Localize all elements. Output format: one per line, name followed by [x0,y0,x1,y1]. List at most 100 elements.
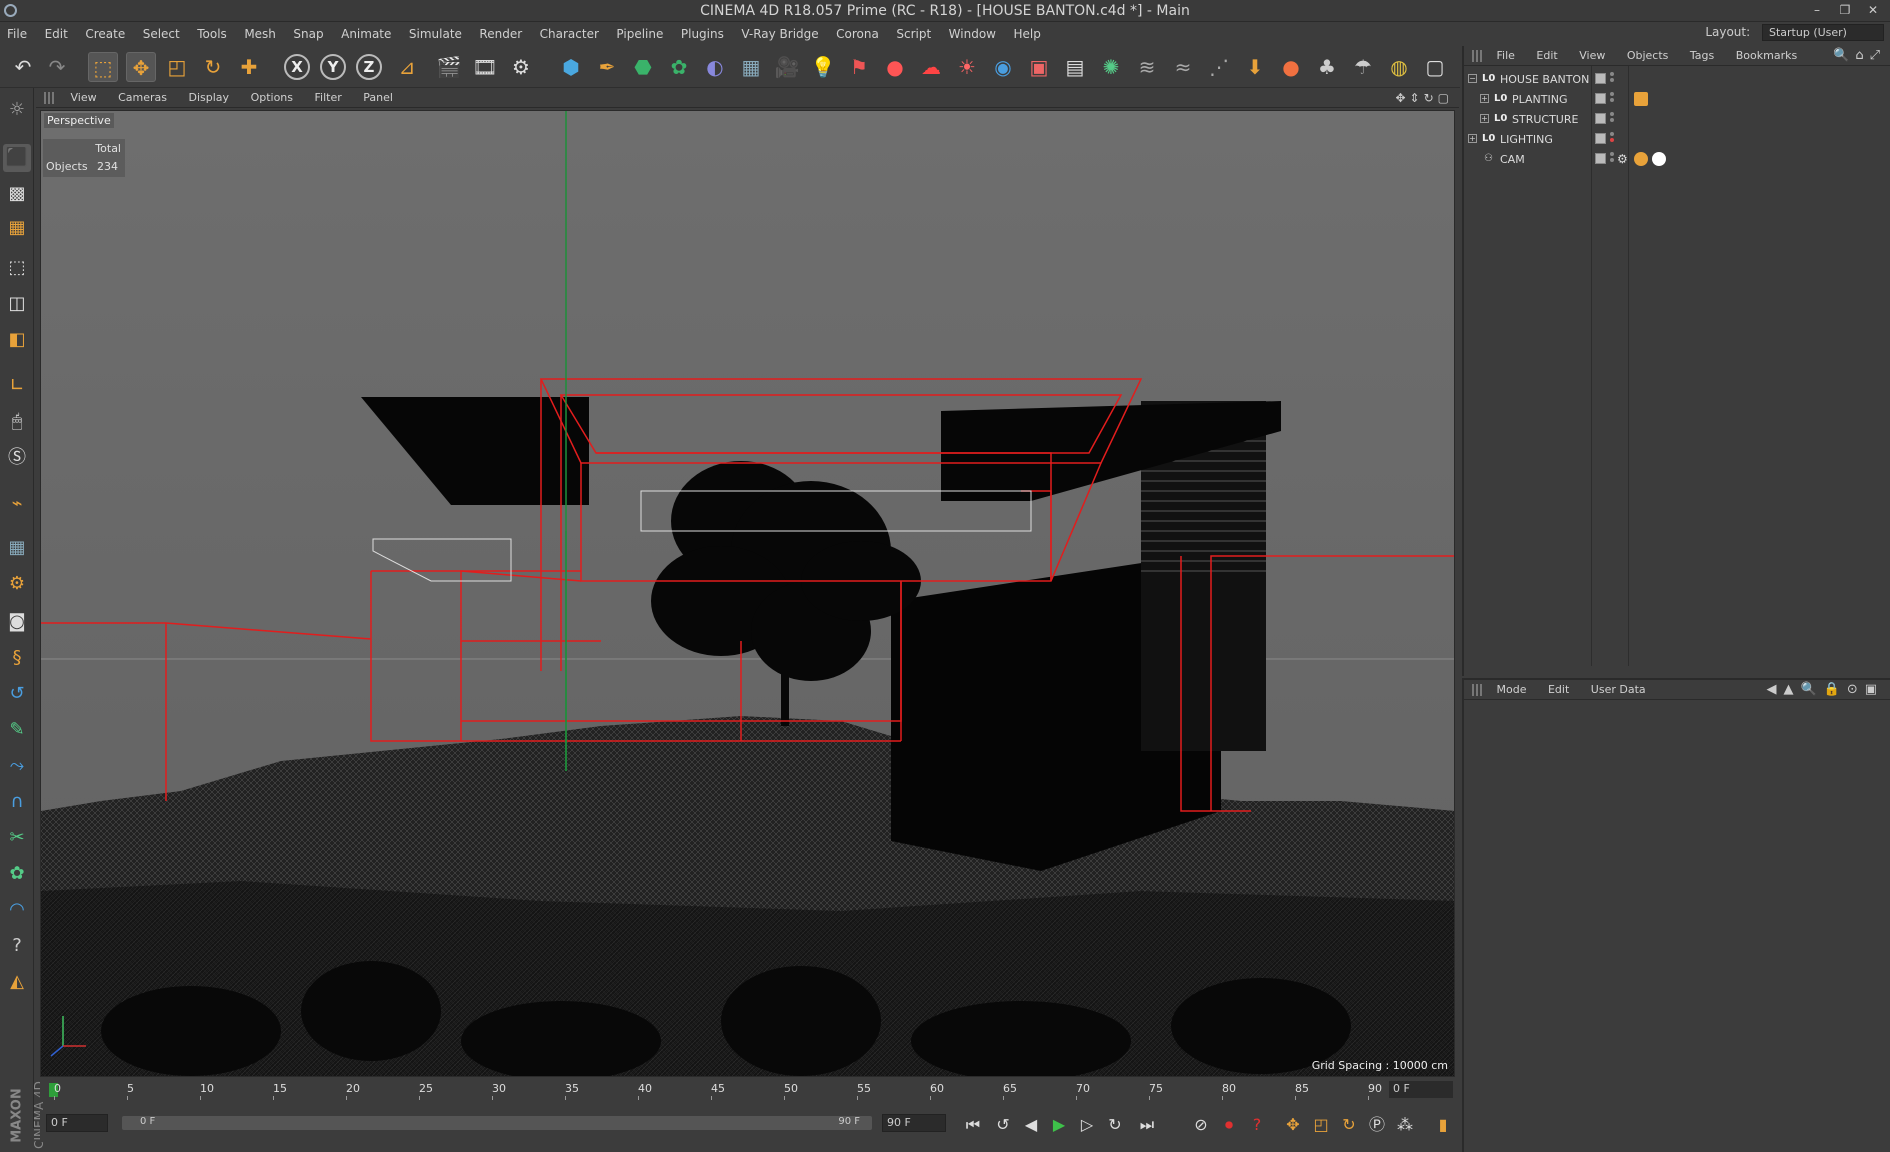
editor-render-dots[interactable] [1610,72,1614,86]
visibility-toggle[interactable] [1595,153,1606,164]
menu-corona[interactable]: Corona [829,24,886,44]
visibility-toggle[interactable] [1595,73,1606,84]
om-menu-bookmarks[interactable]: Bookmarks [1727,46,1806,66]
viewport-menu-cameras[interactable]: Cameras [109,88,176,108]
restore-button[interactable]: ❐ [1832,0,1858,20]
menu-character[interactable]: Character [533,24,606,44]
next-frame-icon[interactable]: ▷ [1074,1112,1100,1138]
object-name[interactable]: LIGHTING [1500,133,1553,146]
x-axis-icon[interactable]: X [284,54,310,80]
texture-mode-icon[interactable]: ▩ [3,180,31,208]
layout-dropdown[interactable]: Startup (User) [1762,24,1884,41]
play-icon[interactable]: ▶ [1046,1112,1072,1138]
expand-toggle[interactable]: + [1480,114,1489,123]
object-name[interactable]: HOUSE BANTON [1500,73,1589,86]
brush-icon[interactable]: ⤳ [3,752,31,780]
z-axis-icon[interactable]: Z [356,54,382,80]
object-row-planting[interactable]: + L0 PLANTING [1464,90,1890,109]
grid-workplane-icon[interactable]: ▦ [3,534,31,562]
object-row-lighting[interactable]: + L0 LIGHTING [1464,130,1890,149]
om-menu-file[interactable]: File [1488,46,1524,66]
subdivision-icon[interactable]: ⬣ [628,52,658,82]
am-navigation-icons[interactable]: ◀▲🔍🔒⊙▣ [1766,682,1884,697]
locked-workplane-icon[interactable]: ⚙ [3,570,31,598]
points-mode-icon[interactable]: ⬚ [3,254,31,282]
spline-tools-icon[interactable]: ≈ [1168,52,1198,82]
key-rotation-icon[interactable]: ↻ [1336,1112,1362,1138]
editor-render-dots[interactable] [1610,152,1614,166]
menu-render[interactable]: Render [472,24,529,44]
coordinate-system-icon[interactable]: ⊿ [392,52,422,82]
am-menu-edit[interactable]: Edit [1539,680,1578,700]
workplane-icon[interactable]: ▦ [3,214,31,242]
vray-camera-tag-icon[interactable]: ⚙ [1617,152,1631,166]
help-icon[interactable]: ◭ [3,968,31,996]
tree-icon[interactable]: ♣ [1312,52,1342,82]
previous-frame-icon[interactable]: ◀ [1018,1112,1044,1138]
cloud-icon[interactable]: ☁ [916,52,946,82]
script-icon[interactable]: § [3,644,31,672]
go-to-end-icon[interactable]: ⏭ [1134,1112,1160,1138]
menu-snap[interactable]: Snap [286,24,330,44]
y-axis-icon[interactable]: Y [320,54,346,80]
minimize-button[interactable]: – [1804,0,1830,20]
magnet-icon[interactable]: ∩ [3,788,31,816]
material-ball-icon[interactable]: ● [1276,52,1306,82]
model-mode-icon[interactable]: ⬛ [3,144,31,172]
edit-render-settings-icon[interactable]: ⚙ [506,52,536,82]
timeline-window-icon[interactable]: ▮ [1430,1112,1456,1138]
camera-icon[interactable]: 🎥 [772,52,802,82]
om-search-home-icons[interactable]: 🔍⌂⤢ [1833,48,1886,63]
menu-select[interactable]: Select [136,24,187,44]
timeline-ruler[interactable]: 0 5 10 15 20 25 30 35 40 45 50 55 60 65 … [40,1078,1455,1100]
floor-icon[interactable]: ▦ [736,52,766,82]
layer-icon[interactable]: ▢ [1420,52,1450,82]
sphere-icon[interactable]: ◉ [988,52,1018,82]
panel-grip-icon[interactable] [1472,684,1482,696]
om-menu-edit[interactable]: Edit [1527,46,1566,66]
scale-icon[interactable]: ◰ [162,52,192,82]
tweak-mode-icon[interactable]: 🖱 [3,408,31,436]
end-frame-field[interactable]: 90 F [882,1114,946,1132]
close-button[interactable]: ✕ [1860,0,1886,20]
am-menu-mode[interactable]: Mode [1488,680,1536,700]
polygons-mode-icon[interactable]: ◧ [3,326,31,354]
picture-icon[interactable]: ▤ [1060,52,1090,82]
menu-file[interactable]: File [0,24,34,44]
pen-icon[interactable]: ✒ [592,52,622,82]
editor-render-dots[interactable] [1610,112,1614,126]
hair-icon[interactable]: ✺ [1096,52,1126,82]
viewport-menu-display[interactable]: Display [180,88,239,108]
download-icon[interactable]: ⬇ [1240,52,1270,82]
menu-vray-bridge[interactable]: V-Ray Bridge [734,24,825,44]
key-parameter-icon[interactable]: Ⓟ [1364,1112,1390,1138]
menu-help[interactable]: Help [1007,24,1048,44]
key-pla-icon[interactable]: ⁂ [1392,1112,1418,1138]
layer-tag-icon[interactable] [1634,92,1648,106]
record-keys-icon[interactable]: ⊘ [1188,1112,1214,1138]
knife-icon[interactable]: ✂ [3,824,31,852]
previous-key-icon[interactable]: ↺ [990,1112,1016,1138]
menu-plugins[interactable]: Plugins [674,24,731,44]
sketch-icon[interactable]: ≋ [1132,52,1162,82]
object-row-house-banton[interactable]: − L0 HOUSE BANTON [1464,70,1890,89]
axis-mode-icon[interactable]: ∟ [3,372,31,400]
editor-render-dots[interactable] [1610,92,1614,106]
object-name[interactable]: STRUCTURE [1512,113,1578,126]
viewport-menu-view[interactable]: View [62,88,106,108]
smooth-icon[interactable]: ◠ [3,896,31,924]
menu-simulate[interactable]: Simulate [402,24,469,44]
object-row-cam[interactable]: ⚇ CAM ⚙ [1464,150,1890,169]
edges-mode-icon[interactable]: ◫ [3,290,31,318]
om-menu-view[interactable]: View [1570,46,1614,66]
visibility-toggle[interactable] [1595,93,1606,104]
parachute-icon[interactable]: ☂ [1348,52,1378,82]
snap-icon[interactable]: ⌁ [3,490,31,518]
collapse-toggle[interactable]: − [1468,74,1477,83]
move-icon[interactable]: ✥ [126,52,156,82]
expand-toggle[interactable]: + [1468,134,1477,143]
expand-toggle[interactable]: + [1480,94,1489,103]
menu-pipeline[interactable]: Pipeline [609,24,670,44]
next-key-icon[interactable]: ↻ [1102,1112,1128,1138]
menu-window[interactable]: Window [942,24,1003,44]
